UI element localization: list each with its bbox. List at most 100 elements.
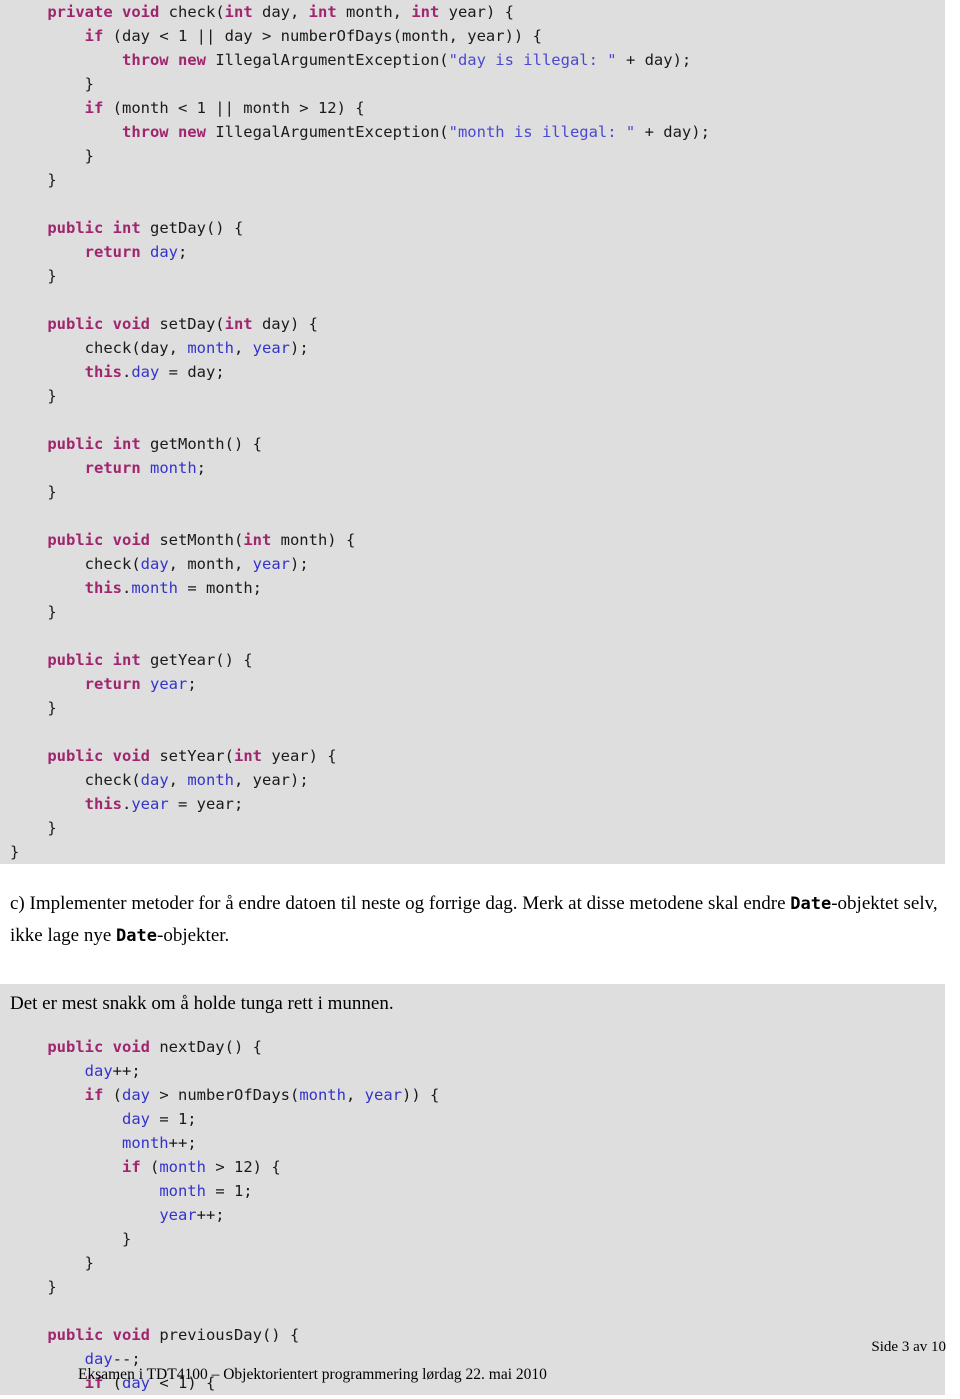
code-token-pln xyxy=(10,675,85,693)
code-token-pln: } xyxy=(10,147,94,165)
code-token-kw: public void xyxy=(47,531,150,549)
code-token-kw: public int xyxy=(47,435,141,453)
code-line: public int getDay() { xyxy=(0,216,945,240)
code-token-pln xyxy=(141,675,150,693)
code-token-pln xyxy=(10,795,85,813)
code-line: if (day < 1 || day > numberOfDays(month,… xyxy=(0,24,945,48)
code-token-kw: public void xyxy=(47,747,150,765)
code-token-pln xyxy=(10,219,47,237)
code-line: day = 1; xyxy=(0,1107,945,1131)
code-token-kw: return xyxy=(84,675,141,693)
code-token-fld: year xyxy=(252,555,290,573)
code-block-class-date-accessors: private void check(int day, int month, i… xyxy=(0,0,945,864)
code-line: public void setMonth(int month) { xyxy=(0,528,945,552)
footer-exam-title: Eksamen i TDT4100 – Objektorientert prog… xyxy=(78,1366,547,1383)
code-token-kw: if xyxy=(84,99,104,117)
code-line: public int getYear() { xyxy=(0,648,945,672)
code-token-str: "month is illegal: " xyxy=(448,123,636,141)
code-token-pln: } xyxy=(10,843,20,861)
code-token-pln: ++; xyxy=(196,1206,225,1224)
code-line: public void nextDay() { xyxy=(0,1035,945,1059)
code-token-pln: ); xyxy=(289,555,309,573)
code-token-kw: throw new xyxy=(121,51,206,69)
code-token-pln: } xyxy=(10,699,57,717)
page-number: Side 3 av 10 xyxy=(871,1339,946,1355)
code-line: } xyxy=(0,600,945,624)
code-line: } xyxy=(0,1251,945,1275)
code-line: public void setDay(int day) { xyxy=(0,312,945,336)
code-token-pln xyxy=(141,243,150,261)
code-line: this.year = year; xyxy=(0,792,945,816)
code-token-kw: this xyxy=(84,795,122,813)
code-token-pln: month) { xyxy=(271,531,356,549)
code-line: return month; xyxy=(0,456,945,480)
code-token-pln: } xyxy=(10,387,57,405)
code-token-kw: int xyxy=(411,3,440,21)
java-code-listing-1: private void check(int day, int month, i… xyxy=(0,0,945,864)
code-token-pln: } xyxy=(10,75,94,93)
code-token-pln: year) { xyxy=(439,3,514,21)
code-token-pln: } xyxy=(10,1254,94,1272)
spacer-after-code-1 xyxy=(0,864,960,888)
code-line: public void setYear(int year) { xyxy=(0,744,945,768)
code-token-fld: day xyxy=(131,363,160,381)
task-c-paragraph: c) Implementer metoder for å endre datoe… xyxy=(10,888,946,952)
code-token-pln: ++; xyxy=(112,1062,141,1080)
code-token-kw: throw new xyxy=(121,123,206,141)
code-token-pln xyxy=(10,1182,159,1200)
task-c-text-part-1: c) Implementer metoder for å endre datoe… xyxy=(10,893,791,914)
code-token-pln: month, xyxy=(336,3,412,21)
code-line: if (month > 12) { xyxy=(0,1155,945,1179)
task-c-mono-date-1: Date xyxy=(790,894,832,914)
code-token-pln: + day); xyxy=(635,123,710,141)
code-token-pln: )) { xyxy=(401,1086,440,1104)
code-line: return year; xyxy=(0,672,945,696)
code-token-pln: getYear() { xyxy=(140,651,253,669)
code-line: } xyxy=(0,696,945,720)
code-token-pln xyxy=(10,1086,85,1104)
code-token-pln: setYear( xyxy=(149,747,234,765)
code-token-pln: check( xyxy=(10,771,141,789)
code-token-fld: day xyxy=(122,1086,150,1104)
code-line: } xyxy=(0,1227,945,1251)
code-line: if (month < 1 || month > 12) { xyxy=(0,96,945,120)
code-line: private void check(int day, int month, i… xyxy=(0,0,945,24)
answer-note-spacer xyxy=(0,1023,945,1035)
code-token-pln: (day < 1 || day > numberOfDays(month, ye… xyxy=(103,27,542,45)
code-token-fld: day xyxy=(121,1110,150,1128)
code-token-pln: ); xyxy=(289,339,309,357)
answer-note-text-wrapper: Det er mest snakk om å holde tunga rett … xyxy=(0,984,945,1023)
code-token-pln xyxy=(10,1158,122,1176)
code-token-fld: day xyxy=(150,243,178,261)
code-token-pln xyxy=(10,651,47,669)
code-token-kw: public void xyxy=(47,315,150,333)
code-token-kw: int xyxy=(224,315,253,333)
code-token-pln xyxy=(10,99,85,117)
code-token-pln xyxy=(10,531,47,549)
code-token-pln xyxy=(10,315,47,333)
code-token-pln: IllegalArgumentException( xyxy=(205,123,449,141)
code-token-pln xyxy=(10,51,122,69)
code-token-pln: ( xyxy=(103,1086,122,1104)
code-line: } xyxy=(0,1275,945,1299)
code-token-kw: if xyxy=(121,1158,141,1176)
code-line: } xyxy=(0,72,945,96)
code-line: check(day, month, year); xyxy=(0,552,945,576)
code-token-kw: return xyxy=(84,459,141,477)
code-token-pln: . xyxy=(121,795,132,813)
code-token-pln: = day; xyxy=(159,363,225,381)
code-token-pln xyxy=(141,459,150,477)
code-token-pln: } xyxy=(10,819,57,837)
code-token-pln: ; xyxy=(196,459,207,477)
code-line: throw new IllegalArgumentException("mont… xyxy=(0,120,945,144)
code-token-pln xyxy=(10,363,85,381)
code-token-kw: private void xyxy=(47,3,169,21)
code-token-pln: , xyxy=(345,1086,365,1104)
code-token-fld: month xyxy=(159,1182,206,1200)
code-token-pln: = year; xyxy=(168,795,244,813)
code-token-fld: month xyxy=(131,579,178,597)
code-token-kw: public void xyxy=(47,1038,150,1056)
